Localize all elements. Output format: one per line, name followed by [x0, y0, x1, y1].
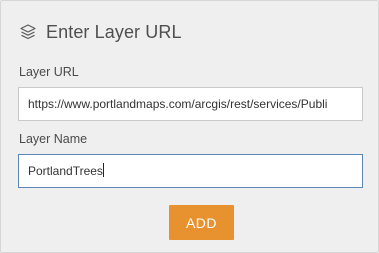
layer-url-value: https://www.portlandmaps.com/arcgis/rest…	[28, 97, 328, 111]
layer-name-label: Layer Name	[19, 132, 88, 146]
layer-name-value: PortlandTrees	[28, 164, 103, 178]
text-caret	[102, 163, 104, 177]
panel-header: Enter Layer URL	[19, 19, 182, 45]
layer-name-input[interactable]: PortlandTrees	[18, 154, 363, 188]
add-layer-panel: Enter Layer URL Layer URL https://www.po…	[0, 0, 379, 253]
layers-icon	[19, 23, 37, 41]
layer-url-input[interactable]: https://www.portlandmaps.com/arcgis/rest…	[18, 87, 363, 121]
add-button[interactable]: ADD	[169, 205, 234, 240]
panel-title: Enter Layer URL	[46, 21, 182, 42]
layer-url-label: Layer URL	[19, 65, 79, 79]
